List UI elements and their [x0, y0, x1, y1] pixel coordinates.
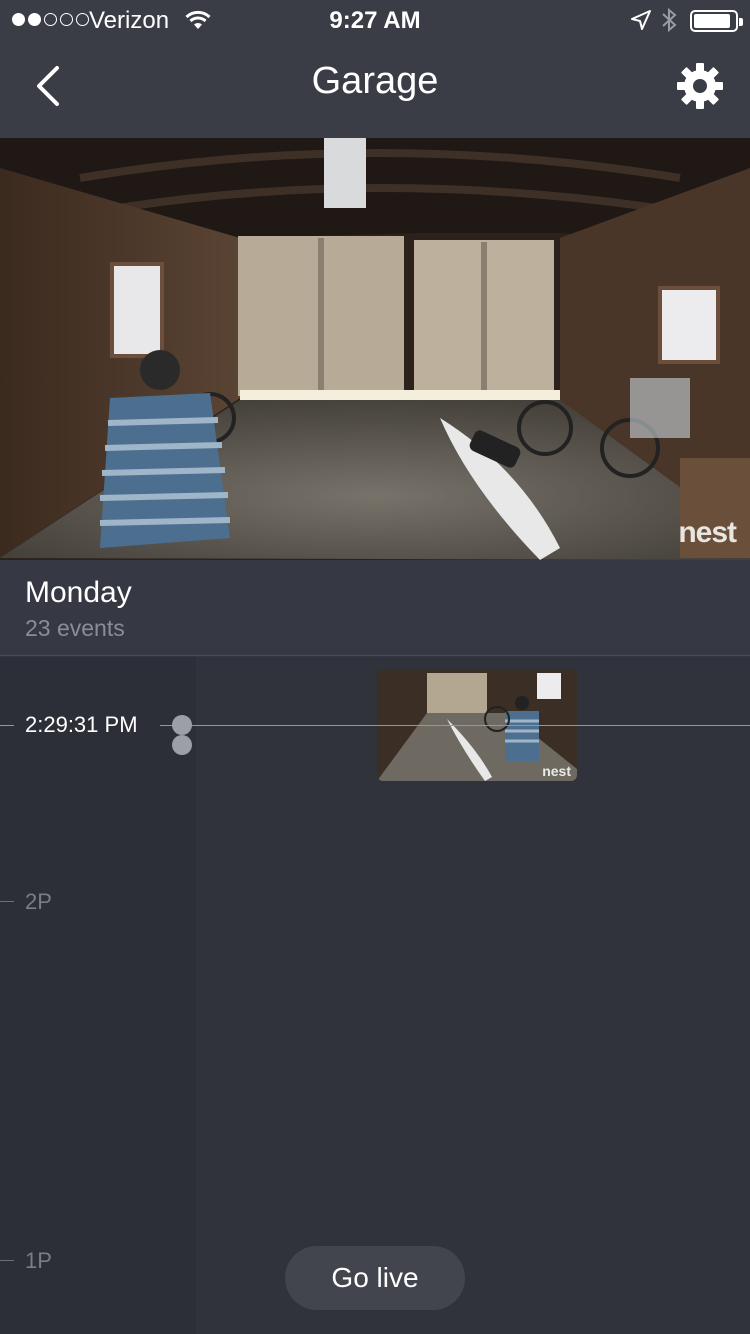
playhead-time: 2:29:31 PM [25, 712, 138, 737]
page-title: Garage [311, 60, 439, 102]
thumbnail-watermark: nest [542, 763, 571, 779]
navigation-bar: Garage [0, 40, 750, 138]
battery-fill [694, 14, 730, 28]
hour-tick [0, 901, 14, 902]
gear-icon[interactable] [676, 62, 724, 110]
hour-label-1p: 1P [25, 1248, 52, 1273]
playhead-tick [0, 725, 14, 726]
hour-label-2p: 2P [25, 889, 52, 914]
battery-tip [739, 18, 743, 26]
battery-icon [690, 10, 743, 32]
location-arrow-icon [631, 10, 651, 30]
hour-tick [0, 1260, 14, 1261]
event-count: 23 events [25, 615, 125, 641]
playhead-line[interactable] [160, 725, 750, 726]
event-marker[interactable] [172, 715, 192, 735]
go-live-button[interactable]: Go live [285, 1246, 465, 1310]
day-name: Monday [25, 576, 132, 609]
status-bar: Verizon 9:27 AM [0, 0, 750, 40]
garage-camera-image [0, 138, 750, 560]
nest-watermark: nest [678, 516, 737, 549]
event-timeline[interactable]: nest 2:29:31 PM 2P 1P [0, 657, 750, 1334]
event-marker[interactable] [172, 735, 192, 755]
camera-feed[interactable]: nest [0, 138, 750, 560]
time-axis-column [0, 657, 196, 1334]
bluetooth-icon [662, 7, 677, 33]
day-header: Monday 23 events [0, 560, 750, 656]
